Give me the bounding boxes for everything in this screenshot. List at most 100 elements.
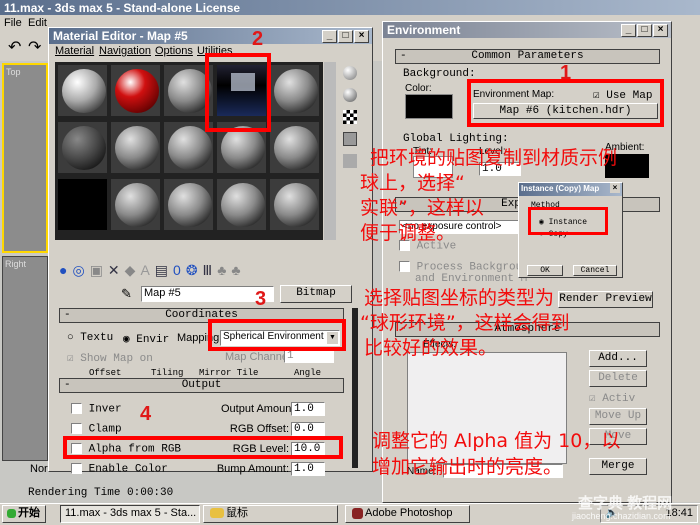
status-text: Nor (30, 463, 48, 475)
sample-slot[interactable] (110, 121, 161, 174)
watermark: 查字典 教程网 (578, 495, 673, 512)
rgb-offset-label: RGB Offset: (229, 423, 289, 435)
viewport-top[interactable]: Top (2, 63, 48, 253)
reset-icon[interactable]: ✕ (108, 262, 125, 278)
add-button[interactable]: Add... (589, 350, 647, 367)
background-checker-icon[interactable] (343, 110, 357, 124)
viewport-right[interactable]: Right (2, 256, 48, 461)
rollout-scrollbar[interactable] (352, 308, 358, 468)
merge-button[interactable]: Merge (589, 458, 647, 475)
step-number-3: 3 (255, 288, 267, 310)
menu-edit[interactable]: Edit (28, 17, 47, 29)
menu-file[interactable]: File (4, 17, 22, 29)
close-button[interactable]: × (354, 30, 369, 43)
output-rollout-header[interactable]: - Output (59, 378, 344, 393)
make-unique-icon[interactable]: A (140, 262, 154, 278)
common-parameters-header[interactable]: - Common Parameters (395, 49, 660, 64)
activ-checkbox[interactable]: ☑ Activ (589, 391, 635, 405)
taskbar-item-photoshop[interactable]: Adobe Photoshop (345, 505, 470, 523)
texture-radio[interactable]: ○ Textu (67, 332, 113, 344)
sample-slot[interactable] (216, 178, 267, 231)
dialog-close-button[interactable]: × (610, 183, 620, 193)
put-to-scene-icon[interactable]: ◎ (72, 262, 89, 278)
col-mirror-tile: Mirror Tile (199, 368, 259, 378)
start-button[interactable]: 开始 (2, 505, 46, 523)
main-command-panel (672, 22, 700, 502)
menu-material[interactable]: Material (55, 45, 94, 57)
sample-slot[interactable] (110, 178, 161, 231)
background-color-swatch[interactable] (405, 94, 453, 119)
output-amount-spinner[interactable]: 1.0 (291, 402, 325, 416)
col-angle: Angle (294, 368, 322, 378)
move-up-button[interactable]: Move Up (589, 408, 647, 425)
clamp-checkbox[interactable]: Clamp (71, 423, 122, 435)
sample-slot[interactable] (57, 121, 108, 174)
copy-material-icon[interactable]: ◆ (125, 262, 141, 278)
viewport-label: Top (6, 67, 21, 77)
highlight-sample-slot (205, 53, 271, 132)
sample-slot[interactable] (269, 121, 320, 174)
output-amount-label: Output Amount: (221, 403, 298, 415)
cancel-button[interactable]: Cancel (573, 265, 617, 276)
maximize-button[interactable]: □ (338, 30, 353, 43)
assign-material-icon[interactable]: ▣ (90, 262, 108, 278)
enable-color-checkbox[interactable]: Enable Color (71, 463, 168, 475)
menu-navigation[interactable]: Navigation (99, 45, 151, 57)
material-effects-icon[interactable]: 0 (173, 262, 186, 278)
undo-icon[interactable]: ↶ (8, 37, 21, 57)
sample-slot[interactable] (57, 64, 108, 117)
render-preview-button[interactable]: Render Preview (558, 291, 653, 308)
sample-slot[interactable] (269, 64, 320, 117)
minimize-button[interactable]: _ (621, 24, 636, 37)
map-channel-spinner[interactable]: 1 (284, 349, 334, 363)
col-tiling: Tiling (151, 368, 184, 378)
background-label: Background: (403, 68, 476, 80)
show-map-icon[interactable]: ❂ (186, 262, 203, 278)
pick-material-icon[interactable]: ✎ (121, 286, 132, 302)
environment-title-bar: Environment _ □ × (383, 22, 671, 38)
redo-icon[interactable]: ↷ (28, 37, 41, 57)
go-parent-icon[interactable]: ♣ (217, 262, 231, 278)
highlight-instance (528, 207, 608, 235)
sample-type-icon[interactable] (343, 66, 357, 80)
get-material-icon[interactable]: ● (59, 262, 72, 278)
put-to-library-icon[interactable]: ▤ (155, 262, 173, 278)
col-offset: Offset (89, 368, 122, 378)
sample-slot[interactable] (57, 178, 108, 231)
go-sibling-icon[interactable]: ♣ (231, 262, 245, 278)
sample-uv-icon[interactable] (343, 132, 357, 146)
environ-radio[interactable]: ◉ Envir (123, 332, 169, 346)
viewport-label: Right (5, 259, 27, 269)
material-editor-title-bar: Material Editor - Map #5 _ □ × (49, 28, 372, 44)
sample-slot[interactable] (269, 178, 320, 231)
color-label: Color: (405, 83, 432, 94)
map-type-button[interactable]: Bitmap (280, 285, 352, 303)
highlight-rgb-level (63, 436, 343, 459)
sample-slot[interactable] (163, 178, 214, 231)
maximize-button[interactable]: □ (637, 24, 652, 37)
video-color-icon[interactable] (343, 154, 357, 168)
ok-button[interactable]: OK (527, 265, 563, 276)
show-end-result-icon[interactable]: Ⅲ (203, 262, 218, 278)
sample-slots (55, 62, 323, 240)
taskbar-item-3dsmax[interactable]: 11.max - 3ds max 5 - Sta... (60, 505, 200, 523)
highlight-mapping (208, 319, 346, 351)
process-background-checkbox[interactable] (399, 261, 410, 272)
minimize-button[interactable]: _ (322, 30, 337, 43)
backlight-icon[interactable] (343, 88, 357, 102)
step-number-2: 2 (252, 28, 264, 50)
sample-slot[interactable] (110, 64, 161, 117)
process-background-label-2: and Environment M (415, 273, 528, 285)
slots-scrollbar[interactable] (324, 62, 336, 240)
step-number-4: 4 (140, 403, 152, 425)
close-button[interactable]: × (653, 24, 668, 37)
show-map-checkbox[interactable]: ☑ Show Map on (67, 351, 153, 365)
environment-title: Environment (387, 23, 461, 37)
bump-amount-spinner[interactable]: 1.0 (291, 462, 325, 476)
invert-checkbox[interactable]: Inver (71, 403, 122, 415)
material-editor-title: Material Editor - Map #5 (53, 29, 188, 43)
menu-options[interactable]: Options (155, 45, 193, 57)
rgb-offset-spinner[interactable]: 0.0 (291, 422, 325, 436)
delete-button[interactable]: Delete (589, 370, 647, 387)
taskbar-item-folder[interactable]: 鼠标 (203, 505, 338, 523)
